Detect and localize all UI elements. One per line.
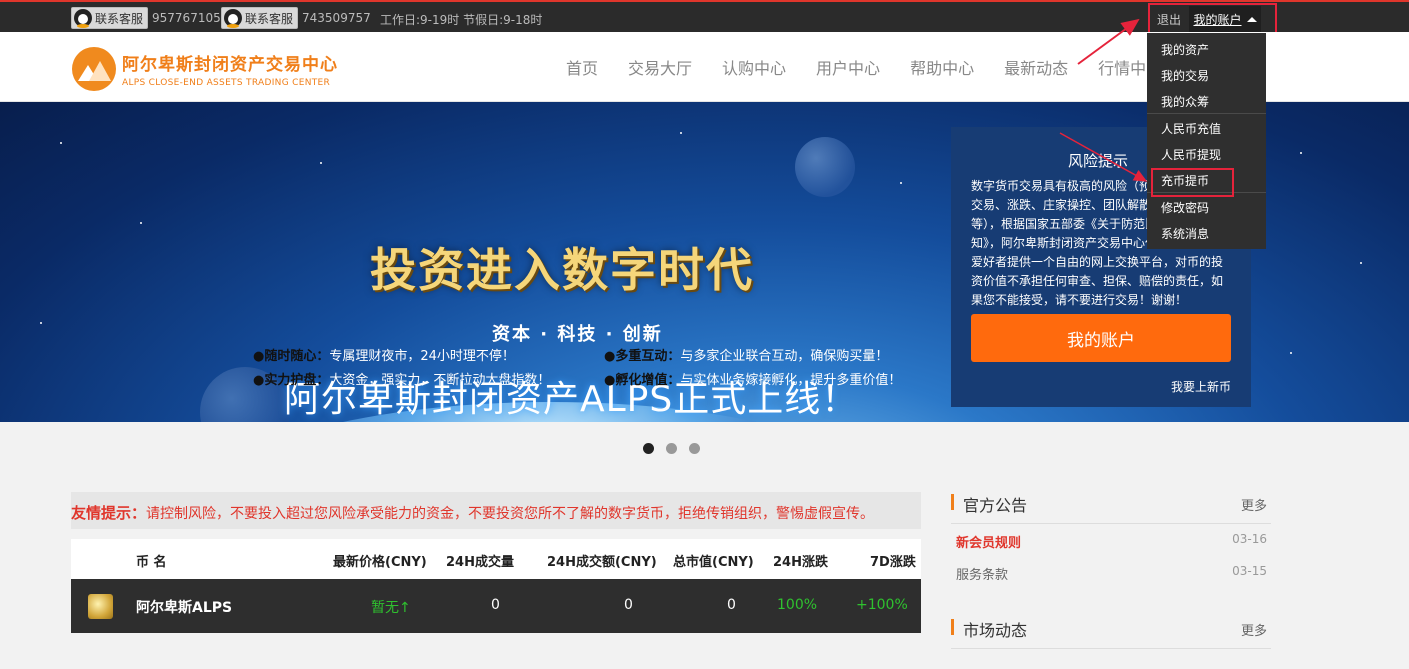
menu-divider (1147, 113, 1266, 114)
coin-change-7d: +100% (856, 597, 908, 613)
col-7d-change: 7D涨跌 (870, 555, 916, 570)
notice-item-date: 03-15 (1232, 564, 1267, 578)
col-market-cap: 总市值(CNY) (673, 555, 754, 570)
account-dropdown-menu: 我的资产 我的交易 我的众筹 人民币充值 人民币提现 充币提币 修改密码 系统消… (1147, 33, 1266, 249)
qq-contact-1[interactable]: 联系客服 957767105 (71, 7, 221, 29)
col-24h-change: 24H涨跌 (773, 555, 828, 570)
logo-title: 阿尔卑斯封闭资产交易中心 (122, 55, 338, 75)
qq-penguin-icon (74, 9, 92, 28)
qq-badge[interactable]: 联系客服 (71, 7, 149, 29)
highlight-box-coin-menu (1151, 168, 1234, 197)
qq-penguin-icon (224, 9, 242, 28)
coin-change-24h: 100% (777, 597, 818, 613)
section-accent-bar (951, 494, 954, 510)
carousel-dot[interactable] (689, 443, 700, 454)
col-24h-amount: 24H成交额(CNY) (547, 555, 657, 570)
carousel-indicators (643, 443, 712, 454)
nav-help-center[interactable]: 帮助中心 (910, 55, 974, 79)
section-accent-bar (951, 619, 954, 635)
notice-more-link[interactable]: 更多 (1241, 495, 1267, 514)
site-logo[interactable]: 阿尔卑斯封闭资产交易中心 ALPS CLOSE-END ASSETS TRADI… (72, 47, 338, 91)
nav-user-center[interactable]: 用户中心 (816, 55, 880, 79)
coin-price: 暂无↑ (371, 600, 411, 616)
notice-item-date: 03-16 (1232, 532, 1267, 546)
nav-home[interactable]: 首页 (566, 55, 598, 79)
market-news-panel: 市场动态 更多 (951, 617, 1271, 649)
official-notice-panel: 官方公告 更多 新会员规则 03-16 服务条款 03-15 (951, 492, 1271, 588)
banner-feature: ●多重互动：与多家企业联合互动，确保购买量！ (604, 349, 889, 364)
banner-feature: ●实力护盘：大资金，强实力，不断拉动大盘指数！ (253, 373, 551, 388)
nav-subscription[interactable]: 认购中心 (722, 55, 786, 79)
notice-item-label[interactable]: 新会员规则 (956, 532, 1021, 551)
menu-item-cny-deposit[interactable]: 人民币充值 (1161, 120, 1221, 137)
banner-slogan: 投资进入数字时代 (370, 243, 754, 297)
qq-contact-2[interactable]: 联系客服 743509757 (221, 7, 371, 29)
qq-badge[interactable]: 联系客服 (221, 7, 299, 29)
nav-trading-hall[interactable]: 交易大厅 (628, 55, 692, 79)
market-table-header: 币 名 最新价格(CNY) 24H成交量 24H成交额(CNY) 总市值(CNY… (71, 539, 921, 579)
carousel-dot[interactable] (643, 443, 654, 454)
menu-item-my-assets[interactable]: 我的资产 (1161, 41, 1209, 58)
list-item[interactable]: 新会员规则 03-16 (951, 524, 1271, 556)
carousel-dot[interactable] (666, 443, 677, 454)
col-coin-name: 币 名 (136, 555, 167, 570)
menu-item-cny-withdraw[interactable]: 人民币提现 (1161, 146, 1221, 163)
qq-number: 957767105 (152, 11, 221, 25)
qq-number: 743509757 (302, 11, 371, 25)
main-nav: 首页 交易大厅 认购中心 用户中心 帮助中心 最新动态 行情中 (566, 55, 1176, 79)
coin-name[interactable]: 阿尔卑斯ALPS (136, 597, 232, 617)
nav-market[interactable]: 行情中 (1098, 55, 1146, 79)
coin-cap: 0 (727, 597, 736, 613)
market-title: 市场动态 (963, 621, 1028, 640)
friendly-tip: 友情提示：请控制风险，不要投入超过您风险承受能力的资金，不要投资您所不了解的数字… (71, 492, 921, 529)
moon-decoration (795, 137, 855, 197)
nav-news[interactable]: 最新动态 (1004, 55, 1068, 79)
qq-label: 联系客服 (245, 11, 294, 26)
market-more-link[interactable]: 更多 (1241, 620, 1267, 639)
banner-subslogan: 资本 · 科技 · 创新 (492, 324, 663, 345)
list-item[interactable]: 服务条款 03-15 (951, 556, 1271, 588)
tip-label: 友情提示： (71, 504, 147, 522)
alps-coin-icon (88, 594, 113, 619)
my-account-button[interactable]: 我的账户 (971, 314, 1231, 362)
list-new-coin-link[interactable]: 我要上新币 (1171, 378, 1231, 395)
col-24h-volume: 24H成交量 (446, 555, 514, 570)
notice-item-label[interactable]: 服务条款 (956, 564, 1008, 583)
tip-text: 请控制风险，不要投入超过您风险承受能力的资金，不要投资您所不了解的数字货币，拒绝… (146, 506, 875, 522)
menu-item-system-messages[interactable]: 系统消息 (1161, 225, 1209, 242)
banner-feature: ●随时随心：专属理财夜市，24小时理不停！ (253, 349, 515, 364)
risk-title: 风险提示 (1068, 152, 1129, 170)
menu-item-my-crowdfunding[interactable]: 我的众筹 (1161, 93, 1209, 110)
banner-feature: ●孵化增值：与实体业务嫁接孵化，提升多重价值！ (604, 373, 902, 388)
col-latest-price: 最新价格(CNY) (333, 555, 427, 570)
coin-amount: 0 (624, 597, 633, 613)
qq-label: 联系客服 (95, 11, 144, 26)
notice-title: 官方公告 (963, 496, 1028, 515)
coin-volume: 0 (491, 597, 500, 613)
mountain-logo-icon (72, 47, 116, 91)
menu-item-change-password[interactable]: 修改密码 (1161, 199, 1209, 216)
menu-item-my-trades[interactable]: 我的交易 (1161, 67, 1209, 84)
table-row[interactable]: 阿尔卑斯ALPS 暂无↑ 0 0 0 100% +100% (71, 579, 921, 633)
logo-subtitle: ALPS CLOSE-END ASSETS TRADING CENTER (122, 78, 331, 88)
work-hours: 工作日:9-19时 节假日:9-18时 (380, 13, 543, 27)
